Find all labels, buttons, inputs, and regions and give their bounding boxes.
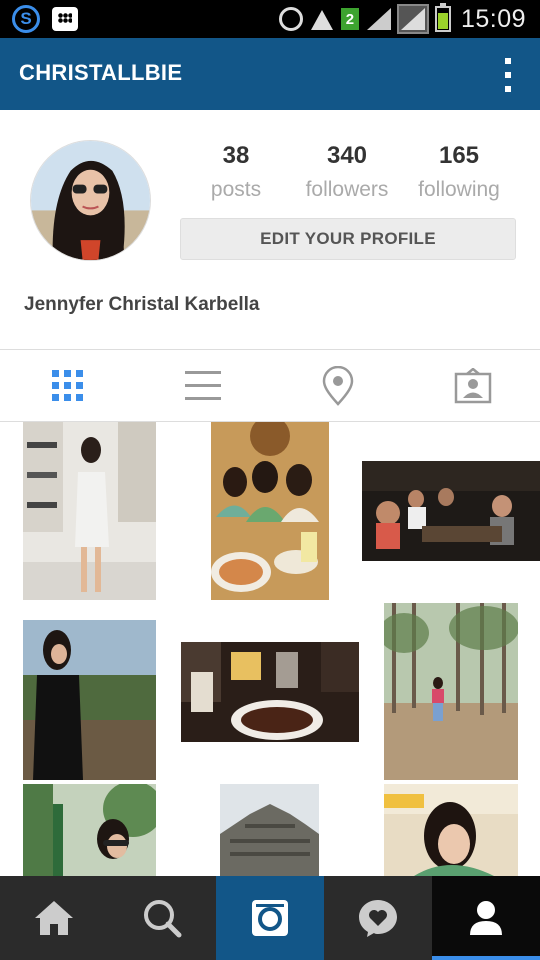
followers-count: 340 bbox=[326, 142, 368, 169]
list-icon bbox=[184, 371, 221, 400]
photo-thumbnail[interactable] bbox=[362, 461, 540, 561]
location-pin-icon bbox=[322, 366, 353, 406]
edit-profile-button[interactable]: EDIT YOUR PROFILE bbox=[180, 218, 516, 260]
wifi-icon bbox=[309, 8, 335, 30]
tab-list[interactable] bbox=[135, 350, 270, 422]
app-bar: CHRISTALLBIE bbox=[0, 38, 540, 110]
camera-icon bbox=[252, 900, 288, 936]
posts-stat: 38 posts bbox=[181, 142, 291, 202]
tab-map[interactable] bbox=[270, 350, 405, 422]
clock: 15:09 bbox=[460, 4, 526, 33]
signal-icon bbox=[365, 8, 391, 30]
username-title: CHRISTALLBIE bbox=[19, 60, 183, 85]
alarm-icon bbox=[278, 7, 303, 31]
posts-label: posts bbox=[210, 178, 262, 201]
activity-heart-icon bbox=[359, 900, 397, 937]
signal-secondary-icon bbox=[396, 4, 429, 34]
photo-thumbnail[interactable] bbox=[384, 784, 518, 876]
tagged-user-icon bbox=[454, 368, 491, 404]
following-count: 165 bbox=[438, 142, 480, 169]
network-badge: 2 bbox=[340, 8, 359, 30]
followers-stat[interactable]: 340 followers bbox=[292, 142, 402, 202]
grid-icon bbox=[51, 370, 83, 401]
tab-tagged[interactable] bbox=[405, 350, 540, 422]
photo-thumbnail[interactable] bbox=[23, 784, 156, 876]
search-icon bbox=[144, 900, 182, 938]
photo-thumbnail[interactable] bbox=[23, 620, 156, 780]
profile-icon bbox=[470, 901, 502, 935]
photo-thumbnail[interactable] bbox=[211, 422, 329, 600]
nav-profile[interactable] bbox=[432, 876, 540, 960]
tab-grid[interactable] bbox=[0, 350, 135, 422]
bbm-icon bbox=[52, 7, 78, 31]
posts-count: 38 bbox=[222, 142, 250, 169]
following-label: following bbox=[418, 178, 500, 201]
photo-thumbnail[interactable] bbox=[384, 603, 518, 780]
following-stat[interactable]: 165 following bbox=[404, 142, 514, 202]
full-name: Jennyfer Christal Karbella bbox=[24, 294, 260, 315]
home-icon bbox=[35, 901, 73, 935]
photo-thumbnail[interactable] bbox=[181, 642, 359, 742]
followers-label: followers bbox=[305, 178, 389, 201]
nav-activity[interactable] bbox=[324, 876, 432, 960]
photo-thumbnail[interactable] bbox=[220, 784, 319, 876]
status-bar: S 2 15:09 bbox=[0, 0, 540, 38]
samsung-app-icon: S bbox=[12, 5, 40, 33]
battery-icon bbox=[434, 3, 451, 32]
photo-thumbnail[interactable] bbox=[23, 422, 156, 600]
overflow-menu-icon[interactable] bbox=[498, 58, 518, 92]
profile-view-tabs bbox=[0, 349, 540, 422]
avatar[interactable] bbox=[30, 140, 151, 261]
nav-home[interactable] bbox=[0, 876, 108, 960]
bottom-navigation bbox=[0, 876, 540, 960]
nav-camera[interactable] bbox=[216, 876, 324, 960]
nav-search[interactable] bbox=[108, 876, 216, 960]
